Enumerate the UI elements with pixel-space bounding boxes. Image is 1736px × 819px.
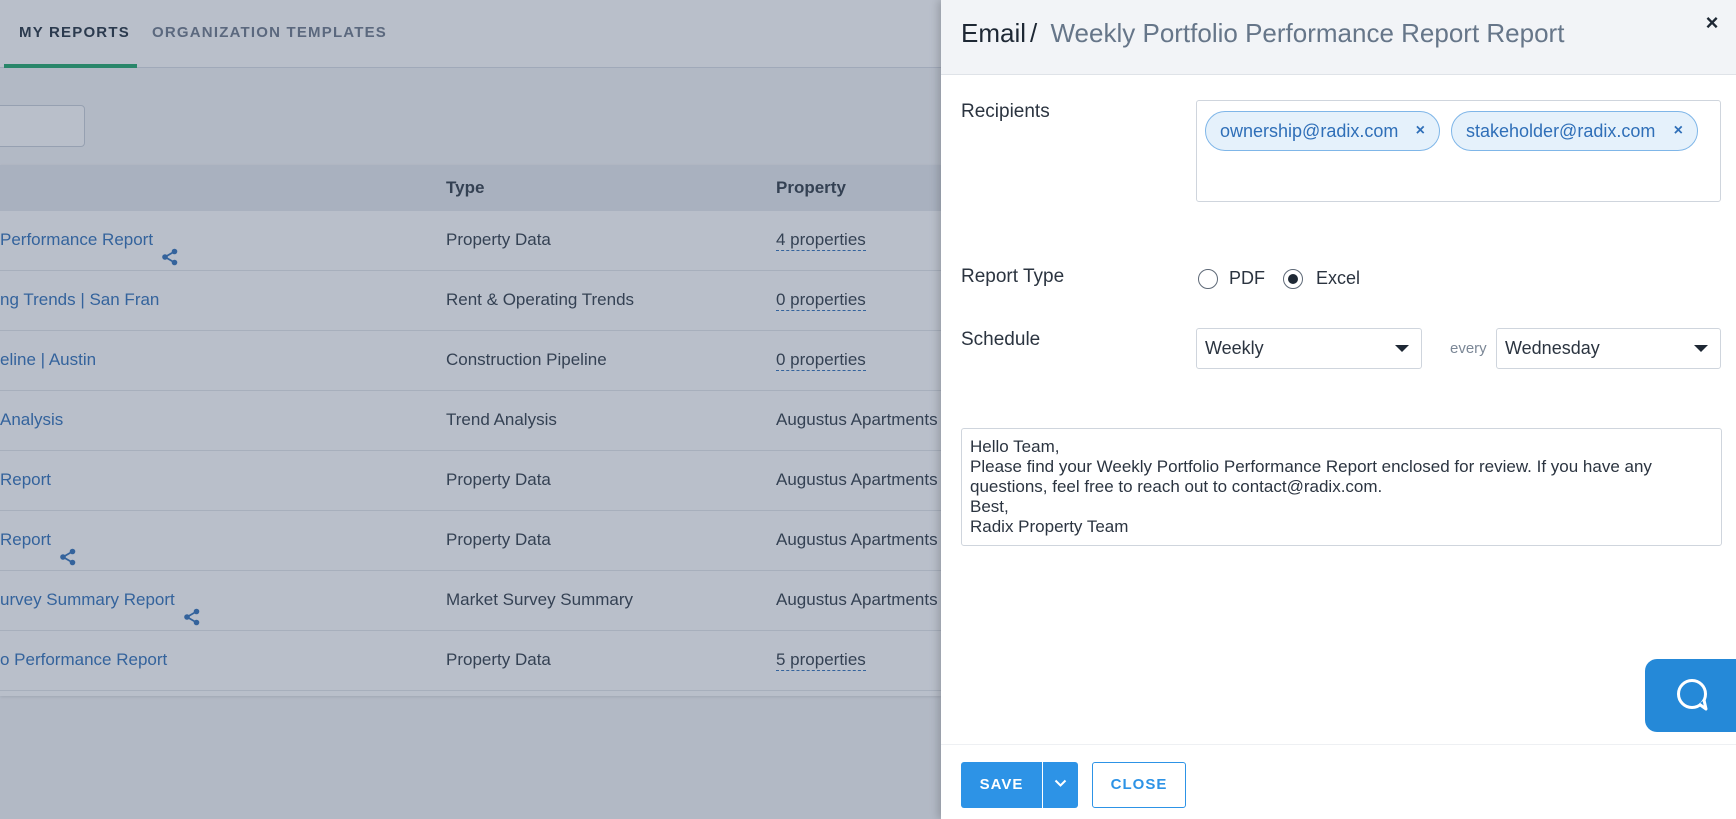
- remove-chip-icon[interactable]: ×: [1674, 112, 1683, 150]
- recipient-email: stakeholder@radix.com: [1466, 121, 1656, 141]
- modal-overlay[interactable]: [0, 0, 941, 819]
- email-drawer: Email / Weekly Portfolio Performance Repo…: [941, 0, 1736, 819]
- close-button[interactable]: CLOSE: [1092, 762, 1186, 808]
- schedule-label: Schedule: [961, 329, 1041, 350]
- recipient-chip[interactable]: ownership@radix.com ×: [1205, 111, 1440, 151]
- drawer-title: Email / Weekly Portfolio Performance Repo…: [961, 18, 1564, 49]
- remove-chip-icon[interactable]: ×: [1416, 112, 1425, 150]
- drawer-title-main: Email: [961, 18, 1027, 48]
- recipient-chip[interactable]: stakeholder@radix.com ×: [1451, 111, 1698, 151]
- chat-bubble-icon: [1677, 679, 1708, 711]
- close-icon[interactable]: ×: [1701, 12, 1723, 34]
- radio-excel[interactable]: [1283, 269, 1303, 289]
- day-value: Wednesday: [1505, 338, 1600, 358]
- help-chat-button[interactable]: [1645, 659, 1736, 732]
- drawer-title-report: Weekly Portfolio Performance Report Repo…: [1050, 18, 1565, 48]
- drawer-header: Email / Weekly Portfolio Performance Repo…: [941, 0, 1736, 75]
- radio-pdf-label[interactable]: PDF: [1229, 268, 1265, 289]
- footer-divider: [941, 744, 1736, 745]
- frequency-value: Weekly: [1205, 338, 1264, 358]
- save-button[interactable]: SAVE: [961, 762, 1042, 808]
- chevron-down-icon: [1395, 345, 1409, 352]
- recipients-field[interactable]: ownership@radix.com × stakeholder@radix.…: [1196, 100, 1721, 202]
- save-options-button[interactable]: [1043, 762, 1078, 808]
- radio-excel-label[interactable]: Excel: [1316, 268, 1360, 289]
- title-separator: /: [1030, 18, 1038, 48]
- day-select[interactable]: Wednesday: [1496, 328, 1721, 369]
- recipient-email: ownership@radix.com: [1220, 121, 1399, 141]
- chevron-down-icon: [1694, 345, 1708, 352]
- recipients-label: Recipients: [961, 101, 1050, 122]
- radio-pdf[interactable]: [1198, 269, 1218, 289]
- frequency-select[interactable]: Weekly: [1196, 328, 1422, 369]
- message-textarea[interactable]: Hello Team, Please find your Weekly Port…: [961, 428, 1722, 546]
- report-type-label: Report Type: [961, 266, 1065, 287]
- chevron-down-icon: [1054, 779, 1067, 787]
- every-label: every: [1450, 340, 1487, 357]
